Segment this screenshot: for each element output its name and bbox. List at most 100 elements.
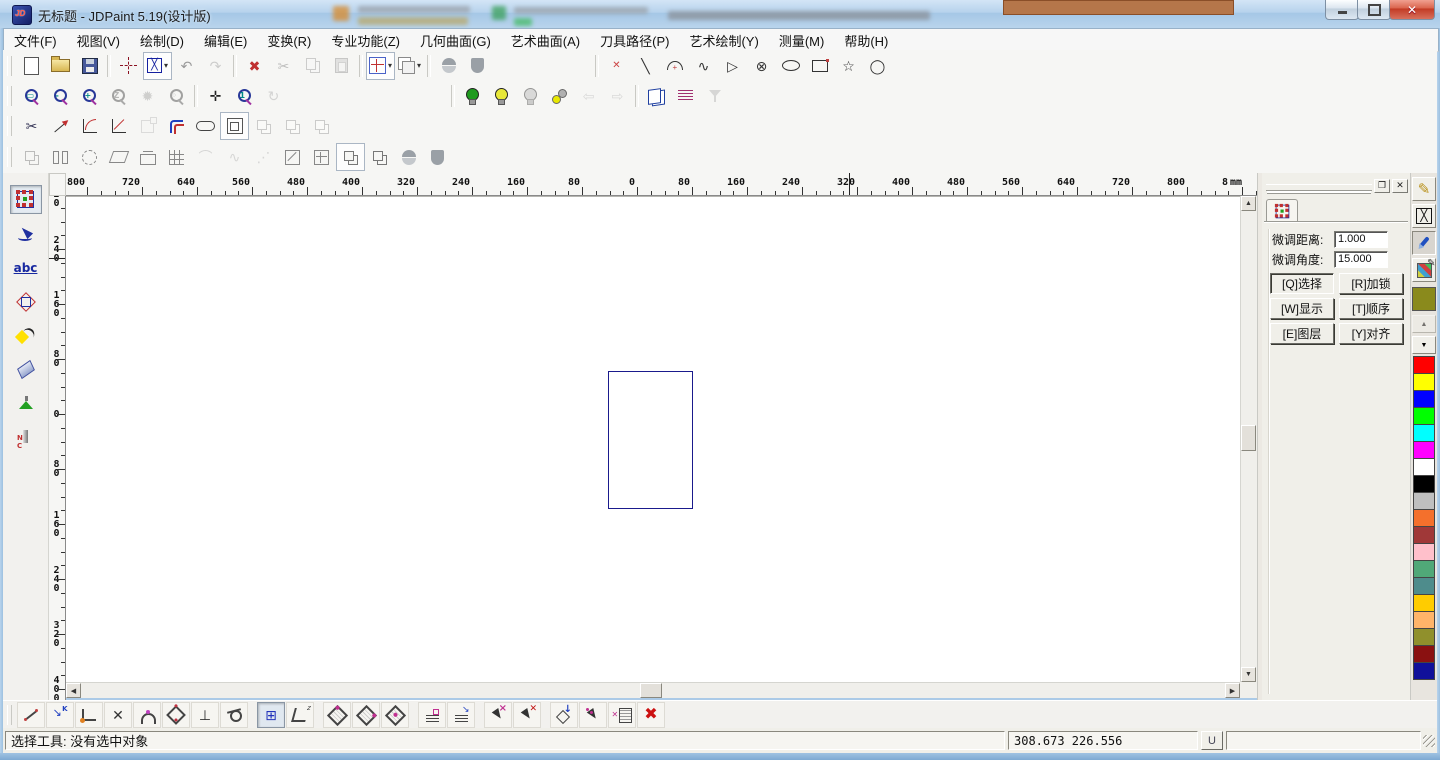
save-file-button[interactable] [75, 52, 104, 80]
menu-item-2[interactable]: 绘制(D) [130, 29, 194, 52]
menu-item-5[interactable]: 专业功能(Z) [321, 29, 410, 52]
transform-tool-button[interactable]: ▾ [366, 52, 395, 80]
menu-item-6[interactable]: 几何曲面(G) [410, 29, 501, 52]
grid-plane-yz-button[interactable] [381, 702, 409, 728]
rotate-button[interactable] [75, 143, 104, 171]
palette-color-6[interactable] [1413, 458, 1435, 476]
close-button[interactable]: ✕ [1389, 0, 1435, 20]
draw-polygon-button[interactable]: ◯ [863, 52, 892, 80]
guide-lines-capture-button[interactable] [447, 702, 475, 728]
vertical-scrollbar[interactable]: ▲ ▼ [1240, 196, 1257, 682]
menu-item-8[interactable]: 刀具路径(P) [590, 29, 679, 52]
palette-color-8[interactable] [1413, 492, 1435, 510]
offset-curve-button[interactable] [162, 112, 191, 140]
pick-order-button[interactable] [579, 702, 607, 728]
eyedropper-button[interactable] [1412, 231, 1436, 255]
tab-select-tool[interactable] [1266, 199, 1298, 222]
panel-button-display[interactable]: [W]显示 [1270, 298, 1334, 319]
palette-edit-button[interactable] [1412, 258, 1436, 282]
pan-view-button[interactable]: ✛ [201, 82, 230, 110]
menu-item-11[interactable]: 帮助(H) [834, 29, 898, 52]
drawing-canvas[interactable] [66, 196, 1240, 682]
nudge-distance-input[interactable]: 1.000 [1334, 231, 1388, 248]
pick-add-button[interactable] [484, 702, 512, 728]
palette-color-13[interactable] [1413, 577, 1435, 595]
resize-grip-icon[interactable] [1423, 735, 1435, 747]
snap-intersection-button[interactable]: ✕ [104, 702, 132, 728]
panel-close-button[interactable]: ✕ [1392, 179, 1408, 193]
palette-color-12[interactable] [1413, 560, 1435, 578]
draw-polyline-button[interactable]: ▷ [718, 52, 747, 80]
pick-remove-button[interactable] [513, 702, 541, 728]
no-color-button[interactable] [1412, 204, 1436, 228]
selection-frame-button[interactable]: ▾ [143, 52, 172, 80]
draw-curve-button[interactable]: ∿ [689, 52, 718, 80]
node-edit-tool-button[interactable] [10, 219, 42, 248]
menu-item-0[interactable]: 文件(F) [4, 29, 67, 52]
horizontal-scrollbar[interactable]: ◀ ▶ [66, 682, 1240, 698]
draw-rectangle-button[interactable] [805, 52, 834, 80]
panel-restore-button[interactable]: ❐ [1374, 179, 1390, 193]
selection-frame-dropdown-icon[interactable]: ▾ [164, 61, 168, 70]
panel-button-order[interactable]: [T]顺序 [1339, 298, 1403, 319]
maximize-button[interactable] [1357, 0, 1391, 20]
drawn-rectangle[interactable] [608, 371, 693, 509]
horizontal-scroll-thumb[interactable] [640, 683, 662, 698]
minimize-button[interactable] [1325, 0, 1359, 20]
palette-color-4[interactable] [1413, 424, 1435, 442]
zoom-1-1-button[interactable]: 1 [230, 82, 259, 110]
menu-item-4[interactable]: 变换(R) [257, 29, 321, 52]
ungroup-button[interactable] [365, 143, 394, 171]
snap-perpendicular-button[interactable]: ⊥ [191, 702, 219, 728]
panel-grip[interactable] [1266, 184, 1372, 191]
art-curve-tool-button[interactable] [10, 321, 42, 350]
open-file-button[interactable] [46, 52, 75, 80]
toolbar-grip[interactable] [7, 56, 12, 76]
outline-tool-button[interactable] [10, 287, 42, 316]
draw-arc-button[interactable] [660, 52, 689, 80]
menu-item-9[interactable]: 艺术绘制(Y) [679, 29, 768, 52]
delete-button[interactable]: ✖ [240, 52, 269, 80]
palette-color-16[interactable] [1413, 628, 1435, 646]
transform-tool-dropdown-icon[interactable]: ▾ [388, 61, 392, 70]
extend-curve-button[interactable] [46, 112, 75, 140]
zoom-window-button[interactable]: ▭ [17, 82, 46, 110]
toolbar-grip[interactable] [7, 86, 12, 106]
stretch-button[interactable] [133, 143, 162, 171]
snap-grid-button[interactable]: ⊞ [257, 702, 285, 728]
scale-button[interactable] [278, 143, 307, 171]
chamfer-corner-button[interactable] [104, 112, 133, 140]
grid-plane-xy-button[interactable] [323, 702, 351, 728]
art-material-tool-button[interactable] [10, 389, 42, 418]
object-detail-button[interactable] [671, 82, 700, 110]
shear-button[interactable] [104, 143, 133, 171]
toolbar-grip[interactable] [7, 147, 12, 167]
toolbar-grip[interactable] [7, 116, 12, 136]
snap-tangent-button[interactable] [220, 702, 248, 728]
panel-button-layer[interactable]: [E]图层 [1270, 323, 1334, 344]
palette-scroll-down-icon[interactable]: ▼ [1412, 336, 1436, 354]
palette-color-0[interactable] [1413, 356, 1435, 374]
select-tool-button[interactable] [10, 185, 42, 214]
scroll-up-icon[interactable]: ▲ [1241, 196, 1256, 211]
show-object-button[interactable] [458, 82, 487, 110]
text-tool-button[interactable] [10, 253, 42, 282]
layer-manager-button[interactable] [642, 82, 671, 110]
draw-circle-button[interactable]: ⊗ [747, 52, 776, 80]
snap-endpoint-button[interactable] [17, 702, 45, 728]
hide-object-button[interactable] [487, 82, 516, 110]
view-3d-button[interactable]: ▾ [395, 52, 424, 80]
palette-color-2[interactable] [1413, 390, 1435, 408]
swap-visible-button[interactable] [545, 82, 574, 110]
draw-star-button[interactable]: ☆ [834, 52, 863, 80]
nudge-angle-input[interactable]: 15.000 [1334, 251, 1388, 268]
scroll-left-icon[interactable]: ◀ [66, 683, 81, 698]
menu-item-10[interactable]: 测量(M) [769, 29, 835, 52]
nc-toolpath-tool-button[interactable] [10, 423, 42, 452]
grid-plane-xz-button[interactable] [352, 702, 380, 728]
panel-button-lock[interactable]: [R]加锁 [1339, 273, 1403, 294]
units-button[interactable]: U [1201, 731, 1223, 750]
snap-quadrant-button[interactable] [162, 702, 190, 728]
palette-color-15[interactable] [1413, 611, 1435, 629]
palette-color-9[interactable] [1413, 509, 1435, 527]
